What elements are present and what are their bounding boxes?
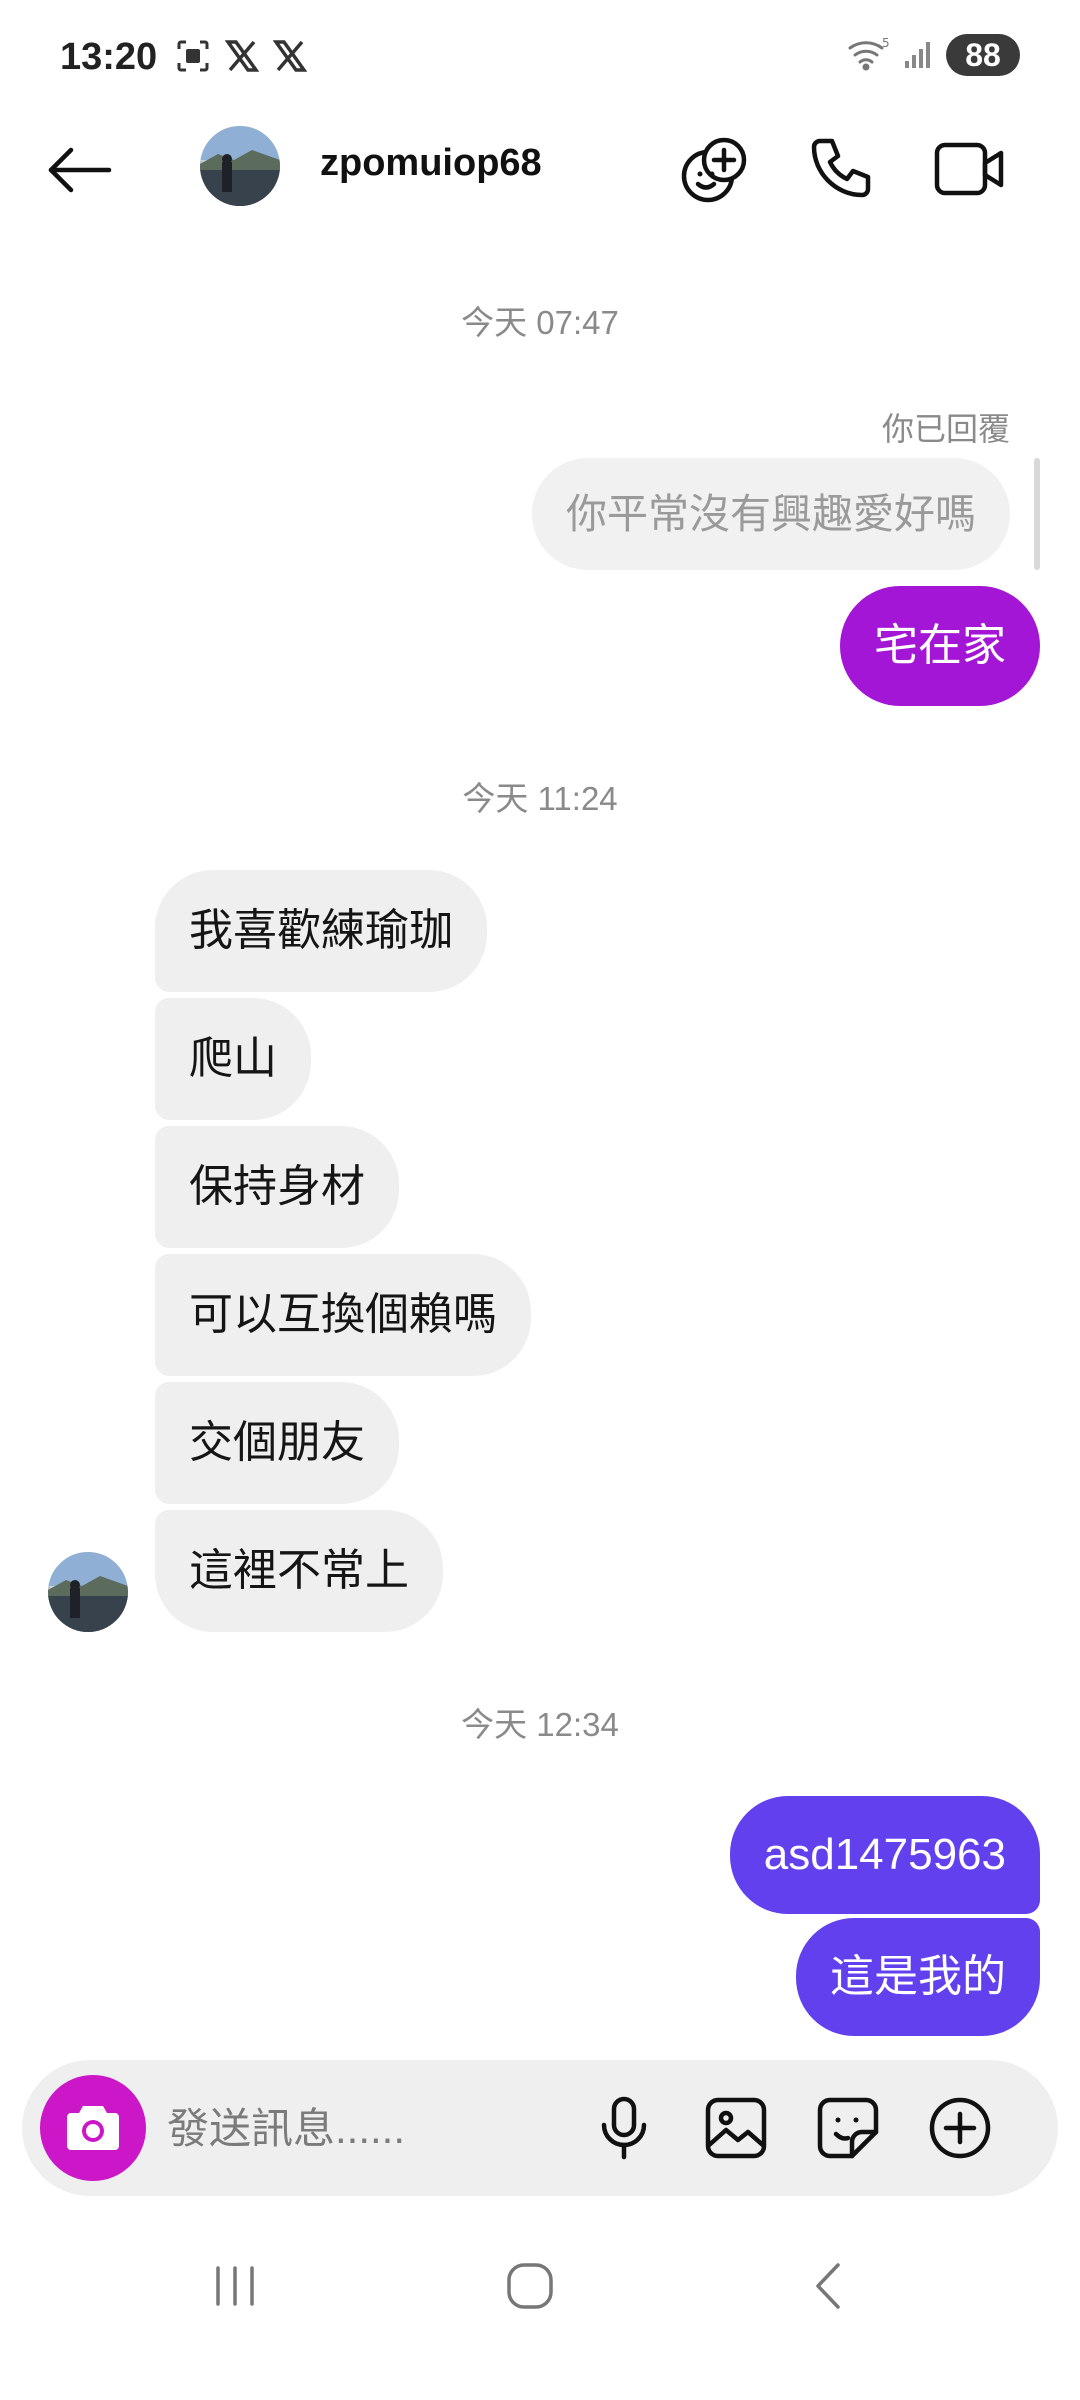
sender-avatar[interactable] [48,1552,128,1632]
recent-apps-button[interactable] [185,2236,285,2336]
screenshot-icon [175,38,211,79]
battery-indicator: 88 [946,34,1020,76]
status-notification-icons [175,38,308,79]
gallery-icon [705,2097,767,2159]
gallery-button[interactable] [694,2086,778,2170]
message-timestamp: 今天 07:47 [461,304,619,341]
received-message[interactable]: 爬山 [155,998,311,1120]
back-button[interactable] [40,130,120,210]
quote-bar [1034,458,1040,570]
quoted-message[interactable]: 你平常沒有興趣愛好嗎 [532,458,1010,570]
sent-message[interactable]: asd1475963 [729,1796,1040,1914]
game-icon [681,137,747,203]
svg-text:5: 5 [882,36,890,50]
sent-reply-bubble[interactable]: 宅在家 [840,586,1040,706]
status-system-icons: 5 88 [846,34,1020,76]
video-call-icon [934,142,1004,196]
voice-message-button[interactable] [582,2086,666,2170]
microphone-icon [601,2096,647,2160]
chevron-left-icon [816,2263,840,2309]
x-logo-icon [272,39,308,78]
received-message[interactable]: 我喜歡練瑜珈 [155,870,487,992]
received-message[interactable]: 保持身材 [155,1126,399,1248]
sent-message[interactable]: 這是我的 [796,1918,1040,2036]
camera-icon [67,2106,119,2150]
signal-icon [904,37,934,74]
avatar[interactable] [200,126,280,206]
status-time: 13:20 [60,36,158,78]
camera-button[interactable] [40,2075,146,2181]
message-timestamp: 今天 12:34 [461,1706,619,1743]
sticker-icon [817,2097,879,2159]
x-logo-icon [224,39,260,78]
message-input[interactable] [165,2090,579,2168]
chat-username[interactable]: zpomuiop68 [320,142,542,185]
video-call-button[interactable] [925,124,1015,214]
home-button[interactable] [480,2236,580,2336]
back-arrow-icon [48,147,112,193]
plus-icon [929,2097,991,2159]
received-message[interactable]: 可以互換個賴嗎 [155,1254,531,1376]
recent-apps-icon [216,2266,254,2306]
wifi-icon: 5 [846,35,892,76]
phone-call-icon [811,138,871,198]
game-button[interactable] [670,124,760,214]
received-message[interactable]: 這裡不常上 [155,1510,443,1632]
home-icon [507,2263,553,2309]
replied-note: 你已回覆 [881,411,1010,447]
message-timestamp: 今天 11:24 [462,780,618,817]
sticker-button[interactable] [806,2086,890,2170]
more-options-button[interactable] [918,2086,1002,2170]
voice-call-button[interactable] [795,124,885,214]
system-back-button[interactable] [778,2236,878,2336]
received-message[interactable]: 交個朋友 [155,1382,399,1504]
